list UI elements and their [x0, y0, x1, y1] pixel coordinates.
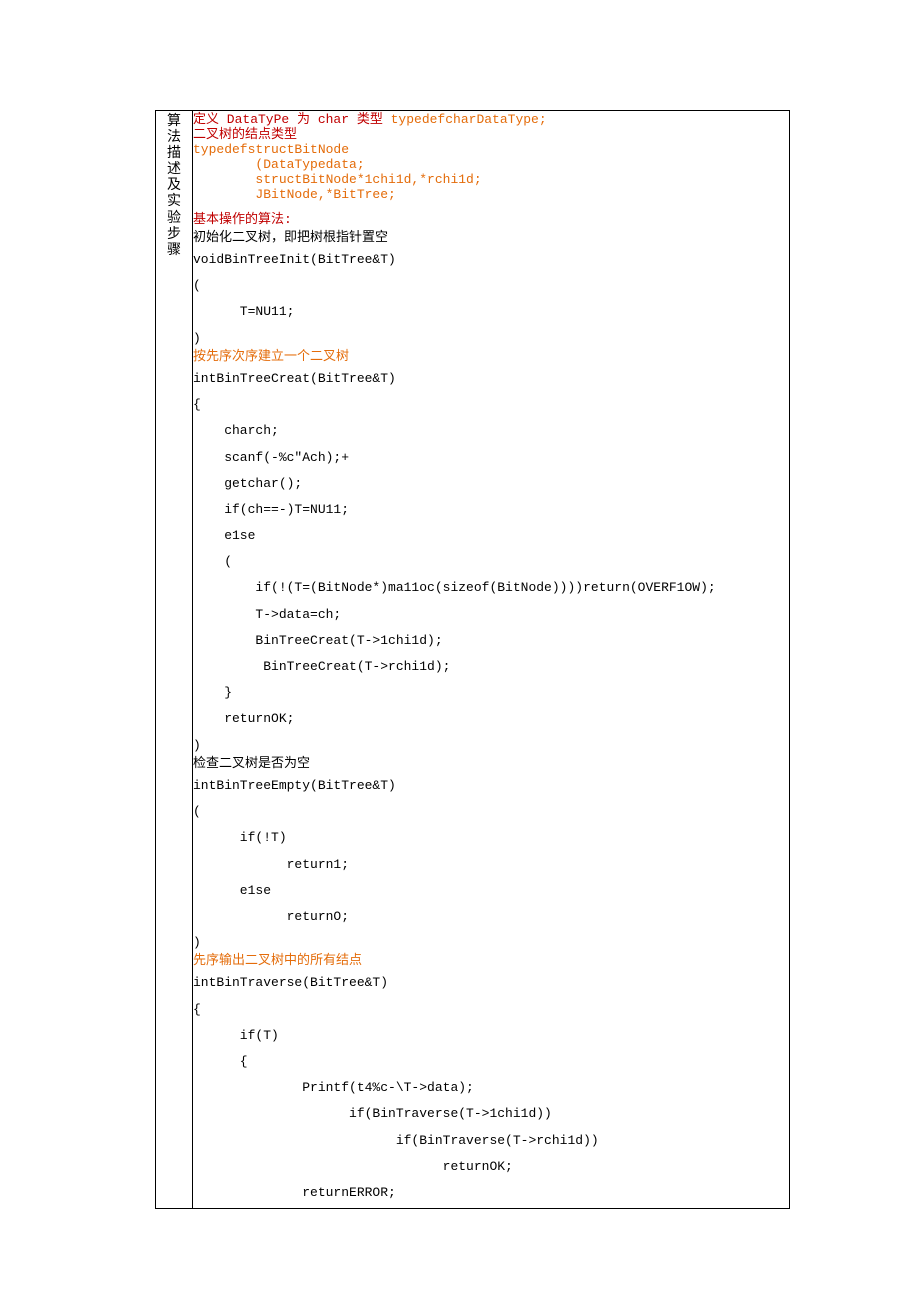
code-line: returnO; [193, 908, 783, 926]
code-line: Printf(t4%c-\T->data); [193, 1079, 783, 1097]
code-line: ( [193, 803, 783, 821]
code-line: { [193, 396, 783, 414]
code-line: { [193, 1053, 783, 1071]
code-line: BinTreeCreat(T->1chi1d); [193, 632, 783, 650]
code-line: scanf(-%c"Ach);+ [193, 449, 783, 467]
code-line: 初始化二叉树，即把树根指针置空 [193, 229, 783, 247]
code-line: typedefstructBitNode [193, 143, 783, 158]
code-line: T=NU11; [193, 303, 783, 321]
code-line: 定义 DataTyPe 为 char 类型 typedefcharDataTyp… [193, 113, 783, 128]
code-line: if(ch==-)T=NU11; [193, 501, 783, 519]
code-line: voidBinTreeInit(BitTree&T) [193, 251, 783, 269]
code-line: intBinTreeEmpty(BitTree&T) [193, 777, 783, 795]
code-line: return1; [193, 856, 783, 874]
code-line: JBitNode,*BitTree; [193, 188, 783, 203]
code-line: BinTreeCreat(T->rchi1d); [193, 658, 783, 676]
code-line: if(BinTraverse(T->1chi1d)) [193, 1105, 783, 1123]
code-line: returnOK; [193, 1158, 783, 1176]
code-line: intBinTreeCreat(BitTree&T) [193, 370, 783, 388]
code-line: ) [193, 737, 783, 755]
code-line: 二叉树的结点类型 [193, 128, 783, 143]
code-line: structBitNode*1chi1d,*rchi1d; [193, 173, 783, 188]
table-frame: 算法描述及实验步骤 定义 DataTyPe 为 char 类型 typedefc… [155, 110, 790, 1209]
code-line: ) [193, 330, 783, 348]
code-line: e1se [193, 882, 783, 900]
content-cell: 定义 DataTyPe 为 char 类型 typedefcharDataTyp… [193, 111, 789, 1208]
sidebar-cell: 算法描述及实验步骤 [156, 111, 193, 1208]
code-line: charch; [193, 422, 783, 440]
code-line: T->data=ch; [193, 606, 783, 624]
code-line: 基本操作的算法: [193, 211, 783, 229]
code-line: 按先序次序建立一个二叉树 [193, 348, 783, 366]
code-line: intBinTraverse(BitTree&T) [193, 974, 783, 992]
code-line: if(T) [193, 1027, 783, 1045]
code-line: 先序输出二叉树中的所有结点 [193, 952, 783, 970]
code-line: ( [193, 277, 783, 295]
sidebar-title: 算法描述及实验步骤 [156, 114, 192, 259]
code-line: if(!T) [193, 829, 783, 847]
code-line: 检查二叉树是否为空 [193, 755, 783, 773]
code-line: returnERROR; [193, 1184, 783, 1202]
code-line: } [193, 684, 783, 702]
code-line: returnOK; [193, 710, 783, 728]
text-red: 定义 DataTyPe 为 char 类型 [193, 112, 391, 127]
text-orange: typedefcharDataType; [391, 112, 547, 127]
code-line: getchar(); [193, 475, 783, 493]
code-line: { [193, 1001, 783, 1019]
code-line: ) [193, 934, 783, 952]
code-line: (DataTypedata; [193, 158, 783, 173]
code-line: if(!(T=(BitNode*)ma11oc(sizeof(BitNode))… [193, 579, 783, 597]
code-line: if(BinTraverse(T->rchi1d)) [193, 1132, 783, 1150]
code-line: e1se [193, 527, 783, 545]
page: 算法描述及实验步骤 定义 DataTyPe 为 char 类型 typedefc… [0, 0, 920, 1301]
code-line: ( [193, 553, 783, 571]
